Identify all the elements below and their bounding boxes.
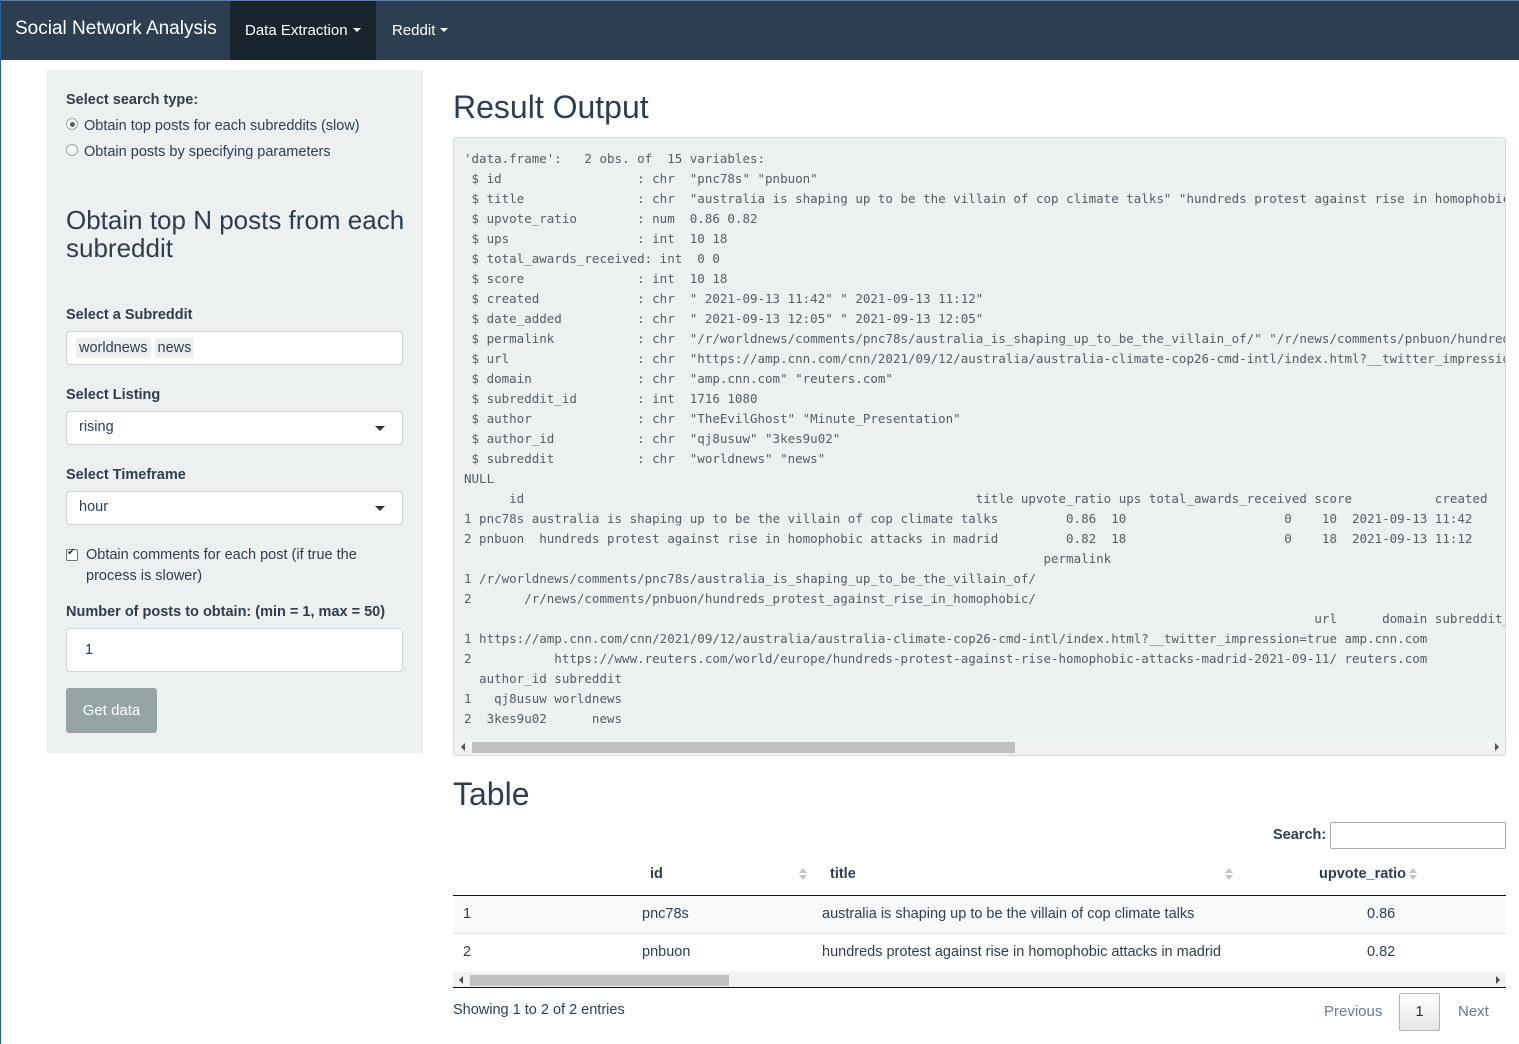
pagination-previous[interactable]: Previous	[1324, 1003, 1382, 1020]
subreddit-tag[interactable]: news	[154, 338, 195, 358]
console-line: id title upvote_ratio ups total_awards_r…	[464, 491, 1488, 506]
num-posts-input[interactable]: 1	[66, 628, 403, 672]
table-info: Showing 1 to 2 of 2 entries	[453, 1002, 625, 1018]
scrollbar-thumb[interactable]	[470, 975, 729, 986]
table-row[interactable]: 2 pnbuon hundreds protest against rise i…	[453, 934, 1506, 972]
scrollbar-thumb[interactable]	[472, 742, 1015, 753]
pagination-next[interactable]: Next	[1458, 1003, 1489, 1020]
nav-reddit-label: Reddit	[392, 22, 436, 39]
console-line: $ title : chr "australia is shaping up t…	[471, 191, 1506, 206]
radio-button[interactable]	[66, 118, 78, 131]
console-line: $ ups : int 10 18	[464, 231, 728, 246]
console-line: $ created : chr " 2021-09-13 11:42" " 20…	[464, 291, 984, 306]
console-line: $ id : chr "pnc78s" "pnbuon"	[464, 171, 818, 186]
console-line: $ subreddit : chr "worldnews" "news"	[464, 451, 826, 466]
chevron-down-icon	[375, 506, 385, 511]
column-header-id[interactable]: id	[650, 866, 663, 882]
sort-icon[interactable]	[1409, 868, 1417, 882]
nav-data-extraction-menu[interactable]: Data Extraction	[230, 1, 376, 60]
subreddit-select[interactable]: worldnews news	[66, 331, 403, 365]
search-input[interactable]	[1330, 822, 1506, 849]
num-posts-label: Number of posts to obtain: (min = 1, max…	[66, 604, 386, 620]
row-index: 1	[463, 906, 472, 922]
result-output-heading: Result Output	[453, 89, 649, 125]
console-line: url domain subreddit_id	[464, 611, 1506, 626]
console-line: $ author : chr "TheEvilGhost" "Minute_Pr…	[464, 411, 961, 426]
console-line: $ subreddit_id : int 1716 1080	[464, 391, 758, 406]
scroll-left-icon[interactable]	[459, 976, 463, 984]
table-heading: Table	[453, 776, 530, 812]
console-line: 1 pnc78s australia is shaping up to be t…	[464, 511, 1473, 526]
app-brand[interactable]: Social Network Analysis	[15, 18, 217, 40]
console-line: 'data.frame': 2 obs. of 15 variables:	[464, 151, 766, 166]
console-line: $ domain : chr "amp.cnn.com" "reuters.co…	[464, 371, 893, 386]
column-header-upvote-ratio[interactable]: upvote_ratio	[1319, 866, 1406, 882]
console-line: 1 https://amp.cnn.com/cnn/2021/09/12/aus…	[464, 631, 1428, 646]
search-type-label: Select search type:	[66, 92, 199, 108]
cell-upvote-ratio: 0.82	[1367, 944, 1396, 960]
console-line: $ total_awards_received: int 0 0	[464, 251, 720, 266]
navbar: Social Network Analysis Data Extraction …	[1, 0, 1519, 60]
cell-id: pnc78s	[642, 906, 689, 922]
num-posts-value: 1	[85, 642, 94, 658]
panel-heading: Obtain top N posts from each subreddit	[66, 205, 405, 263]
sidebar-panel: Select search type: Obtain top posts for…	[46, 70, 423, 753]
get-data-button[interactable]: Get data	[66, 688, 157, 733]
scroll-left-icon[interactable]	[461, 743, 465, 751]
subreddit-tag[interactable]: worldnews	[76, 338, 151, 358]
listing-value: rising	[79, 419, 114, 435]
console-lines: 'data.frame': 2 obs. of 15 variables: $ …	[464, 149, 1506, 729]
column-header-title[interactable]: title	[830, 866, 856, 882]
timeframe-label: Select Timeframe	[66, 467, 186, 483]
search-label: Search:	[1273, 827, 1327, 843]
console-line: $ url : chr "https://amp.cnn.com/cnn/202…	[464, 351, 1506, 366]
comments-checkbox[interactable]	[66, 547, 78, 561]
console-line: 1 qj8usuw worldnews	[464, 691, 623, 706]
table-header: id title upvote_ratio	[453, 856, 1506, 896]
console-line: permalink	[464, 551, 1112, 566]
chevron-down-icon	[375, 426, 385, 431]
scroll-right-icon[interactable]	[1496, 976, 1500, 984]
console-line: $ upvote_ratio : num 0.86 0.82	[464, 211, 758, 226]
cell-id: pnbuon	[642, 944, 691, 960]
console-line: $ author_id : chr "qj8usuw" "3kes9u02"	[464, 431, 841, 446]
radio-label: Obtain posts by specifying parameters	[84, 144, 331, 160]
console-line: NULL	[464, 471, 495, 486]
radio-option-parameters[interactable]: Obtain posts by specifying parameters	[66, 144, 331, 160]
console-line: $ permalink : chr "/r/worldnews/comments…	[471, 331, 1505, 346]
cell-title: australia is shaping up to be the villai…	[822, 906, 1195, 922]
table-scrollbar[interactable]	[453, 972, 1506, 988]
listing-label: Select Listing	[66, 387, 161, 403]
subreddit-label: Select a Subreddit	[66, 307, 193, 323]
cell-title: hundreds protest against rise in homopho…	[822, 944, 1221, 960]
console-line: 2 https://www.reuters.com/world/europe/h…	[464, 651, 1428, 666]
comments-label: Obtain comments for each post (if true t…	[86, 547, 357, 584]
scroll-right-icon[interactable]	[1495, 743, 1499, 751]
timeframe-select[interactable]: hour	[66, 491, 403, 525]
row-index: 2	[463, 944, 472, 960]
nav-data-extraction-label: Data Extraction	[245, 22, 348, 39]
timeframe-value: hour	[79, 499, 109, 515]
console-line: author_id subreddit	[464, 671, 623, 686]
listing-select[interactable]: rising	[66, 411, 403, 445]
console-scrollbar[interactable]	[455, 739, 1505, 754]
cell-upvote-ratio: 0.86	[1367, 906, 1396, 922]
console-line: 2 pnbuon hundreds protest against rise i…	[464, 531, 1473, 546]
nav-reddit-menu[interactable]: Reddit	[377, 1, 463, 60]
console-line: 2 /r/news/comments/pnbuon/hundreds_prote…	[464, 591, 1036, 606]
console-line: 2 3kes9u02 news	[464, 711, 623, 726]
chevron-down-icon	[352, 28, 361, 33]
table-row[interactable]: 1 pnc78s australia is shaping up to be t…	[453, 896, 1506, 934]
console-line: $ score : int 10 18	[464, 271, 728, 286]
console-output[interactable]: 'data.frame': 2 obs. of 15 variables: $ …	[453, 137, 1506, 756]
sort-icon[interactable]	[799, 868, 807, 882]
chevron-down-icon	[440, 28, 449, 33]
console-line: $ date_added : chr " 2021-09-13 12:05" "…	[464, 311, 984, 326]
pagination-page-1[interactable]: 1	[1399, 993, 1440, 1031]
radio-option-top-posts[interactable]: Obtain top posts for each subreddits (sl…	[66, 118, 360, 134]
console-line: 1 /r/worldnews/comments/pnc78s/australia…	[464, 571, 1036, 586]
radio-button[interactable]	[66, 144, 78, 157]
radio-label: Obtain top posts for each subreddits (sl…	[84, 118, 360, 134]
sort-icon[interactable]	[1225, 868, 1233, 882]
